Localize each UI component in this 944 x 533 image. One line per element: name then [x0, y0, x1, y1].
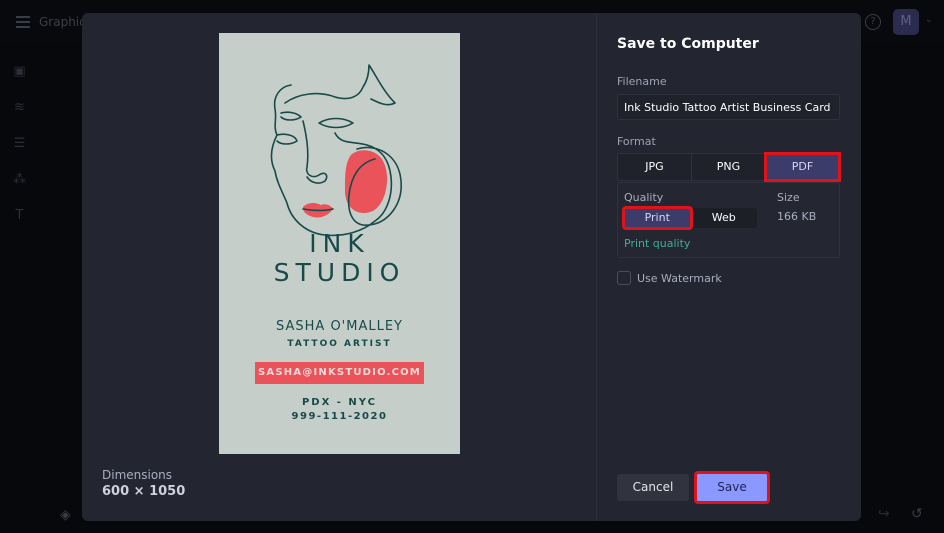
card-title-line1: INK	[309, 229, 370, 258]
format-png-button[interactable]: PNG	[692, 154, 766, 180]
layout-icon[interactable]: ☰	[12, 136, 27, 151]
help-icon[interactable]: ?	[865, 14, 881, 30]
quality-label: Quality	[624, 191, 664, 204]
filename-input[interactable]	[617, 94, 840, 120]
quality-web-button[interactable]: Web	[691, 208, 758, 228]
image-icon[interactable]: ▣	[12, 64, 27, 79]
dialog-title: Save to Computer	[617, 36, 759, 52]
watermark-checkbox[interactable]	[617, 271, 631, 285]
watermark-label[interactable]: Use Watermark	[637, 272, 722, 285]
text-icon[interactable]: T	[12, 208, 27, 223]
history-icon[interactable]: ↺	[911, 506, 923, 522]
face-line-art	[270, 64, 402, 237]
cancel-button[interactable]: Cancel	[617, 474, 689, 501]
format-pdf-button[interactable]: PDF	[764, 152, 841, 182]
size-label: Size	[777, 191, 800, 204]
format-selector: JPG PNG PDF	[617, 152, 841, 182]
watermark-row[interactable]: Use Watermark	[617, 271, 722, 285]
save-button[interactable]: Save	[694, 471, 770, 504]
save-to-computer-dialog: INK STUDIO SASHA O'MALLEY TATTOO ARTIST …	[82, 13, 861, 521]
quality-print-button[interactable]: Print	[622, 206, 693, 230]
redo-icon[interactable]: ↪	[878, 506, 890, 522]
app-title: Graphic	[39, 15, 86, 29]
elements-icon[interactable]: ⁂	[12, 172, 27, 187]
sidebar: ▣ ≋ ☰ ⁂ T	[0, 44, 40, 533]
business-card-preview: INK STUDIO SASHA O'MALLEY TATTOO ARTIST …	[219, 33, 460, 454]
settings-pane: Save to Computer Filename Format JPG PNG…	[597, 13, 861, 521]
quality-panel: Quality Print Web Print quality Size 166…	[617, 182, 840, 258]
dimensions-value: 600 × 1050	[102, 484, 186, 499]
layers-icon[interactable]: ◈	[60, 507, 71, 523]
card-email: SASHA@INKSTUDIO.COM	[255, 362, 424, 384]
sliders-icon[interactable]: ≋	[12, 100, 27, 115]
card-phone: 999-111-2020	[291, 411, 388, 422]
format-jpg-button[interactable]: JPG	[618, 154, 692, 180]
hamburger-menu-icon[interactable]	[16, 16, 30, 28]
format-label: Format	[617, 135, 656, 148]
card-location: PDX - NYC	[301, 397, 378, 408]
preview-pane: INK STUDIO SASHA O'MALLEY TATTOO ARTIST …	[82, 13, 596, 521]
filename-label: Filename	[617, 75, 667, 88]
dimensions-label: Dimensions	[102, 468, 173, 482]
size-value: 166 KB	[777, 210, 817, 223]
avatar[interactable]: M	[893, 9, 919, 35]
card-name: SASHA O'MALLEY	[276, 319, 403, 334]
card-title-line2: STUDIO	[273, 258, 406, 287]
chevron-down-icon[interactable]: ⌄	[925, 15, 933, 25]
card-role: TATTOO ARTIST	[287, 339, 392, 349]
quality-selector: Print Web	[622, 206, 758, 230]
quality-note: Print quality	[624, 237, 691, 250]
